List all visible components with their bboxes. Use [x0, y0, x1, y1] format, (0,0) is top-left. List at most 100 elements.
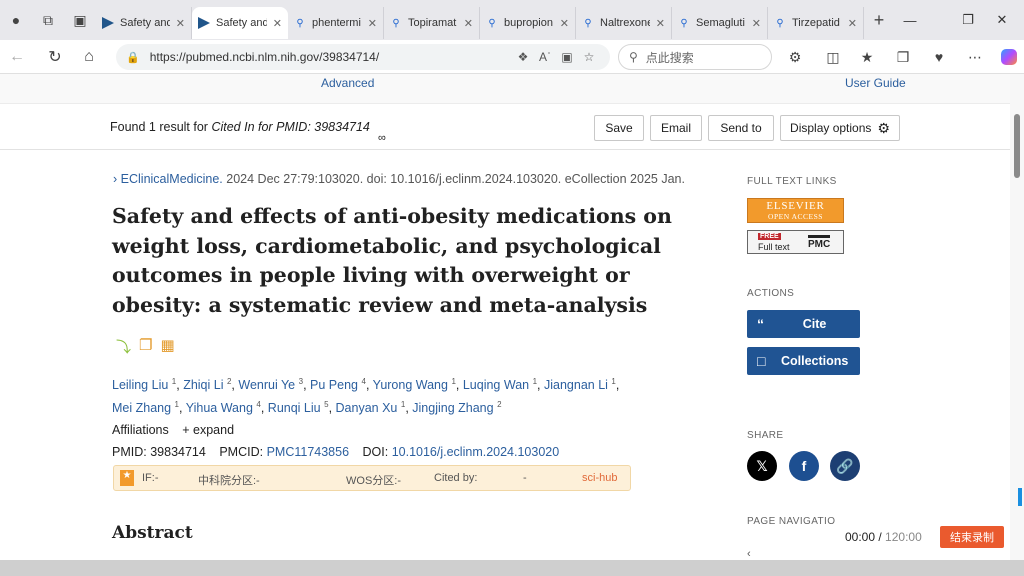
split-screen-icon[interactable]: ◫ — [816, 40, 850, 74]
search-input[interactable]: ⚲ 点此搜索 — [618, 44, 772, 70]
display-options-button[interactable]: Display options ⚙ — [780, 115, 900, 141]
doi-link[interactable]: 10.1016/j.eclinm.2024.103020 — [392, 445, 560, 459]
result-bar: Found 1 result for Cited In for PMID: 39… — [0, 104, 1010, 150]
facebook-share-icon[interactable]: f — [789, 451, 819, 481]
extensions-icon[interactable]: ⚙ — [778, 40, 812, 74]
tab-6[interactable]: ⚲ Naltrexone ✕ — [576, 7, 672, 39]
favorites-icon[interactable]: ★ — [850, 40, 884, 74]
stop-recording-button[interactable]: 结束录制 — [940, 526, 1004, 548]
author-link[interactable]: Jiangnan Li — [544, 378, 608, 392]
close-icon[interactable]: ✕ — [848, 17, 857, 30]
tab-7[interactable]: ⚲ Semagluti ✕ — [672, 7, 768, 39]
page-scrollbar[interactable] — [1010, 74, 1024, 560]
user-guide-link[interactable]: User Guide — [845, 76, 906, 90]
author-link[interactable]: Pu Peng — [310, 378, 358, 392]
journal-link[interactable]: EClinicalMedicine. — [121, 172, 223, 186]
expand-affiliations-button[interactable]: expand — [193, 423, 234, 437]
home-icon[interactable]: ⌂ — [72, 40, 106, 74]
scrollbar-thumb[interactable] — [1014, 114, 1020, 178]
scihub-link[interactable]: sci-hub — [582, 472, 617, 484]
author-link[interactable]: Yurong Wang — [373, 378, 448, 392]
close-icon[interactable]: ✕ — [176, 17, 185, 30]
collections-icon[interactable]: ❐ — [886, 40, 920, 74]
save-button[interactable]: Save — [594, 115, 644, 141]
back-icon[interactable]: ← — [0, 40, 34, 74]
close-icon[interactable]: ✕ — [752, 17, 761, 30]
search-placeholder: 点此搜索 — [645, 50, 694, 65]
affiliation-number[interactable]: 3 — [299, 377, 303, 386]
reader-icon[interactable]: ▣ — [556, 50, 578, 64]
copy-icon[interactable]: ❐ — [139, 336, 152, 357]
tab-2[interactable]: Safety and ✕ — [192, 7, 288, 39]
elsevier-full-text-link[interactable]: ELSEVIER OPEN ACCESS — [747, 198, 844, 223]
close-window-icon[interactable]: ✕ — [980, 0, 1024, 40]
tracking-icon[interactable]: ❖ — [512, 50, 534, 64]
author-link[interactable]: Mei Zhang — [112, 401, 171, 415]
tab-5[interactable]: ⚲ bupropion ✕ — [480, 7, 576, 39]
author-link[interactable]: Luqing Wan — [463, 378, 529, 392]
chevron-right-icon[interactable]: › — [113, 172, 117, 186]
translate-icon[interactable]: ▦ — [160, 336, 174, 357]
tab-4[interactable]: ⚲ Topiramat ✕ — [384, 7, 480, 39]
display-options-label: Display options — [790, 121, 872, 135]
url-text[interactable]: https://pubmed.ncbi.nlm.nih.gov/39834714… — [150, 50, 512, 64]
browser-essentials-icon[interactable]: ♥ — [922, 40, 956, 74]
close-icon[interactable]: ✕ — [560, 17, 569, 30]
address-bar[interactable]: 🔒 https://pubmed.ncbi.nlm.nih.gov/398347… — [116, 44, 610, 70]
plugin-logo-icon: ★ — [120, 470, 134, 486]
download-icon[interactable]: ⤵ — [116, 336, 131, 357]
email-button[interactable]: Email — [650, 115, 702, 141]
affiliation-number[interactable]: 1 — [401, 400, 405, 409]
affiliation-number[interactable]: 2 — [497, 400, 501, 409]
more-icon[interactable]: ⋯ — [958, 40, 992, 74]
refresh-icon[interactable]: ↻ — [38, 40, 72, 74]
affiliation-number[interactable]: 4 — [361, 377, 365, 386]
tab-3[interactable]: ⚲ phentermi ✕ — [288, 7, 384, 39]
advanced-search-link[interactable]: Advanced — [321, 76, 374, 90]
affiliation-number[interactable]: 1 — [533, 377, 537, 386]
close-icon[interactable]: ✕ — [464, 17, 473, 30]
author-link[interactable]: Yihua Wang — [186, 401, 253, 415]
affiliation-number[interactable]: 1 — [451, 377, 455, 386]
close-icon[interactable]: ✕ — [656, 17, 665, 30]
close-icon[interactable]: ✕ — [273, 17, 282, 30]
author-link[interactable]: Jingjing Zhang — [412, 401, 493, 415]
recording-timer: 00:00 / 120:00 — [845, 530, 922, 544]
bookmark-icon: □ — [757, 353, 766, 369]
affiliation-number[interactable]: 1 — [175, 400, 179, 409]
close-icon[interactable]: ✕ — [368, 17, 377, 30]
author-link[interactable]: Zhiqi Li — [183, 378, 223, 392]
send-to-button[interactable]: Send to — [708, 115, 774, 141]
tab-1[interactable]: Safety and ✕ — [96, 7, 192, 39]
cite-button[interactable]: “ Cite — [747, 310, 860, 338]
profile-icon[interactable]: ● — [0, 0, 32, 40]
tab-8[interactable]: ⚲ Tirzepatid ✕ — [768, 7, 864, 39]
tab-actions-icon[interactable]: ▣ — [64, 0, 96, 40]
pmc-full-text-link[interactable]: FREE Full text PMC — [747, 230, 844, 254]
affiliation-number[interactable]: 2 — [227, 377, 231, 386]
copilot-icon[interactable] — [992, 40, 1024, 74]
author-link[interactable]: Wenrui Ye — [238, 378, 295, 392]
favorite-star-icon[interactable]: ☆ — [578, 50, 600, 64]
affiliation-number[interactable]: 5 — [324, 400, 328, 409]
read-aloud-icon[interactable]: Aˈ — [534, 50, 556, 64]
identifiers-row: PMID: 39834714 PMCID: PMC11743856 DOI: 1… — [112, 445, 559, 459]
affiliation-number[interactable]: 4 — [256, 400, 260, 409]
affiliation-number[interactable]: 1 — [172, 377, 176, 386]
author-link[interactable]: Leiling Liu — [112, 378, 168, 392]
affiliation-number[interactable]: 1 — [611, 377, 615, 386]
pmcid-link[interactable]: PMC11743856 — [267, 445, 349, 459]
pmcid-label: PMCID: — [219, 445, 264, 459]
x-share-icon[interactable]: 𝕏 — [747, 451, 777, 481]
author-link[interactable]: Runqi Liu — [268, 401, 321, 415]
lock-icon[interactable]: 🔒 — [126, 51, 140, 64]
collections-button[interactable]: □ Collections — [747, 347, 860, 375]
workspaces-icon[interactable]: ⧉ — [32, 0, 64, 40]
tab-label: phentermi — [312, 17, 361, 29]
open-access-label: OPEN ACCESS — [768, 212, 823, 221]
author-link[interactable]: Danyan Xu — [336, 401, 398, 415]
copy-link-icon[interactable]: 🔗 — [830, 451, 860, 481]
minimize-icon[interactable]: — — [888, 0, 932, 40]
plus-icon[interactable]: + — [182, 423, 189, 437]
page-nav-chevron-icon[interactable]: ‹ — [747, 548, 751, 560]
